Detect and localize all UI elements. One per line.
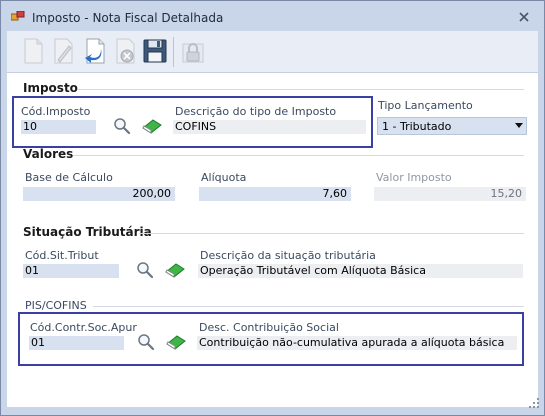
section-title-piscofins: PIS/COFINS	[25, 299, 87, 312]
cod-contr-soc-label: Cód.Contr.Soc.Apur	[30, 321, 137, 334]
resize-grip-icon[interactable]	[528, 397, 540, 409]
edit-button[interactable]	[49, 36, 77, 66]
delete-button[interactable]	[111, 36, 139, 66]
chevron-down-icon[interactable]	[515, 123, 523, 128]
dialog-window: Imposto - Nota Fiscal Detalhada Imposto …	[0, 0, 545, 416]
eraser-icon[interactable]	[165, 333, 187, 351]
tipo-lancamento-select[interactable]: 1 - Tributado	[377, 117, 527, 135]
eraser-icon[interactable]	[164, 261, 186, 279]
edit-icon	[54, 38, 73, 64]
search-icon[interactable]	[111, 117, 133, 135]
section-title-imposto: Imposto	[23, 81, 78, 95]
cod-imposto-input[interactable]: 10	[21, 120, 96, 134]
delete-icon	[116, 38, 135, 64]
section-divider	[139, 233, 524, 234]
app-icon	[11, 11, 25, 21]
eraser-icon[interactable]	[141, 117, 163, 135]
valor-imposto-field: 15,20	[374, 187, 526, 201]
base-calculo-label: Base de Cálculo	[25, 171, 113, 184]
desc-imposto-field: COFINS	[173, 120, 366, 134]
cod-imposto-label: Cód.Imposto	[21, 105, 91, 118]
cod-contr-soc-input[interactable]: 01	[29, 336, 124, 350]
lock-icon	[182, 43, 204, 63]
base-calculo-input[interactable]: 200,00	[23, 187, 175, 201]
close-icon	[519, 12, 529, 22]
tipo-lancamento-value: 1 - Tributado	[382, 120, 452, 133]
save-icon	[143, 39, 167, 63]
new-document-icon	[24, 38, 43, 64]
search-icon[interactable]	[134, 261, 156, 279]
close-button[interactable]	[516, 10, 532, 24]
cod-sit-tribut-label: Cód.Sit.Tribut	[25, 249, 99, 262]
desc-contr-soc-label: Desc. Contribuição Social	[199, 321, 339, 334]
valor-imposto-label: Valor Imposto	[376, 171, 452, 184]
section-divider	[73, 155, 524, 156]
confirm-icon	[85, 38, 105, 64]
section-title-situacao: Situação Tributária	[23, 225, 152, 239]
cod-sit-tribut-input[interactable]: 01	[23, 264, 119, 278]
form-content: Imposto Cód.Imposto 10 Descrição do tipo…	[7, 73, 538, 407]
desc-sit-tribut-label: Descrição da situação tributária	[200, 249, 376, 262]
confirm-button[interactable]	[81, 36, 109, 66]
section-divider	[93, 306, 524, 307]
lock-button[interactable]	[179, 36, 207, 66]
aliquota-label: Alíquota	[201, 171, 247, 184]
desc-contr-soc-field: Contribuição não-cumulativa apurada a al…	[197, 336, 517, 350]
search-icon[interactable]	[135, 333, 157, 351]
window-title: Imposto - Nota Fiscal Detalhada	[32, 11, 224, 25]
save-button[interactable]	[141, 36, 169, 66]
section-divider	[77, 89, 524, 90]
aliquota-input[interactable]: 7,60	[199, 187, 351, 201]
title-bar: Imposto - Nota Fiscal Detalhada	[1, 1, 544, 31]
desc-imposto-label: Descrição do tipo de Imposto	[175, 105, 337, 118]
toolbar-separator	[173, 37, 174, 67]
tipo-lancamento-label: Tipo Lançamento	[378, 99, 473, 112]
section-title-valores: Valores	[23, 147, 74, 161]
toolbar	[7, 31, 538, 73]
new-button[interactable]	[19, 36, 47, 66]
desc-sit-tribut-field: Operação Tributável com Alíquota Básica	[198, 264, 523, 278]
